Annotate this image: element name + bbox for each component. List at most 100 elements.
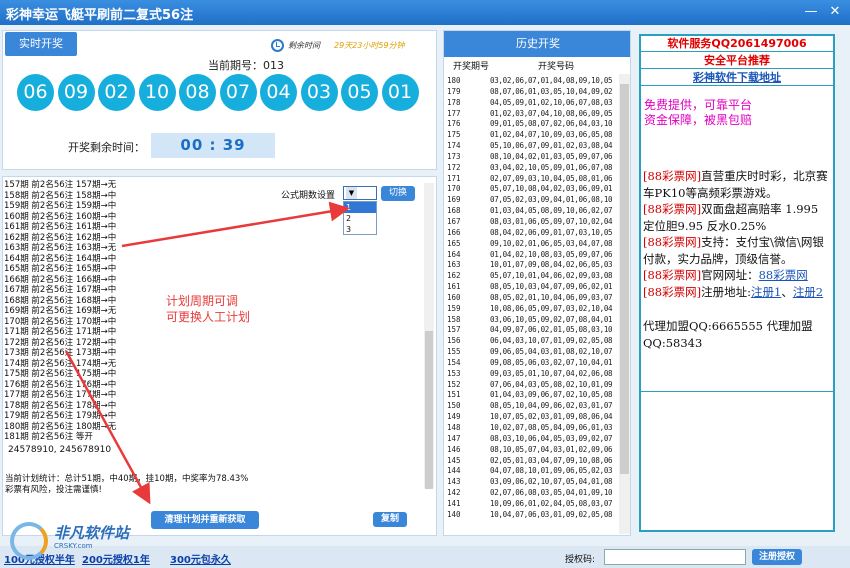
history-numbers: 01,02,04,07,10,09,03,06,05,08	[490, 130, 613, 140]
history-period: 155	[447, 347, 461, 357]
ad-tag: [88彩票网]	[643, 169, 702, 183]
history-row: 179 08,07,06,01,03,05,10,04,09,02	[444, 86, 617, 97]
history-row: 172 03,04,02,10,05,09,01,06,07,08	[444, 162, 617, 173]
plan-row: 181期 前2名56注 等开	[4, 432, 93, 442]
switch-button[interactable]: 切换	[381, 186, 415, 201]
history-period: 178	[447, 97, 461, 107]
official-site-link[interactable]: 88彩票网	[759, 268, 808, 282]
history-numbers: 04,07,08,10,01,09,06,05,02,03	[490, 466, 613, 476]
history-numbers: 05,07,10,08,04,02,03,06,09,01	[490, 184, 613, 194]
history-numbers: 01,02,03,07,04,10,08,06,09,05	[490, 108, 613, 118]
license-forever-link[interactable]: 300元包永久	[170, 551, 231, 566]
ball: 08	[179, 74, 216, 111]
auth-code-input[interactable]	[604, 549, 746, 565]
history-numbers: 09,03,05,01,10,07,04,02,06,08	[490, 368, 613, 378]
plan-row: 159期 前2名56注 159期→中	[4, 201, 117, 211]
history-period: 152	[447, 379, 461, 389]
history-scrollbar[interactable]	[619, 74, 630, 534]
ad-body: 官网网址：	[701, 268, 759, 282]
col-period-header: 开奖期号	[453, 62, 490, 72]
title-bar: 彩神幸运飞艇平刷前二复式56注 — ✕	[0, 0, 850, 25]
history-period: 179	[447, 86, 461, 96]
history-row: 178 04,05,09,01,02,10,06,07,08,03	[444, 97, 617, 108]
history-row: 168 01,03,04,05,08,09,10,06,02,07	[444, 205, 617, 216]
history-numbers: 07,06,04,03,05,08,02,10,01,09	[490, 379, 613, 389]
history-period: 156	[447, 336, 461, 346]
minimize-button[interactable]: —	[802, 3, 820, 21]
history-period: 175	[447, 130, 461, 140]
ball: 03	[300, 74, 338, 111]
history-period: 144	[447, 466, 461, 476]
history-numbers: 06,04,03,10,07,01,09,02,05,08	[490, 336, 613, 346]
history-tab[interactable]: 历史开奖	[444, 31, 630, 57]
history-row: 167 08,03,01,06,05,09,07,10,02,04	[444, 216, 617, 227]
history-period: 161	[447, 282, 461, 292]
history-row: 141 10,09,06,01,02,04,05,08,03,07	[444, 498, 617, 509]
history-row: 169 07,05,02,03,09,04,01,06,08,10	[444, 194, 617, 205]
history-list[interactable]: 180 03,02,06,07,01,04,08,09,10,05 179 08,07…	[444, 75, 617, 520]
formula-period-select[interactable]: 1 ▼	[343, 186, 377, 200]
remaining-timer: 00 : 39	[151, 133, 275, 158]
register-link-2[interactable]: 注册2	[793, 285, 823, 299]
history-numbers: 08,04,02,06,09,01,07,03,10,05	[490, 227, 613, 237]
annotation-line: 可更换人工计划	[166, 310, 251, 324]
history-row: 158 03,06,10,05,09,02,07,08,04,01	[444, 314, 617, 325]
chevron-down-icon[interactable]: ▼	[346, 187, 357, 199]
history-header: 开奖期号 开奖号码	[444, 58, 630, 72]
history-numbers: 10,07,05,02,03,01,09,08,06,04	[490, 412, 613, 422]
history-period: 180	[447, 76, 461, 85]
history-numbers: 03,09,06,02,10,07,05,04,01,08	[490, 477, 613, 487]
history-period: 171	[447, 173, 461, 183]
plan-row: 172期 前2名56注 172期→中	[4, 337, 117, 348]
ball: 05	[341, 74, 378, 111]
separator: 、	[781, 284, 793, 299]
live-draw-panel: 实时开奖 剩余时间 29天23小时59分钟 当前期号：013 06 09 02 …	[2, 30, 437, 170]
register-link-1[interactable]: 注册1	[751, 285, 781, 299]
history-numbers: 03,02,06,07,01,04,08,09,10,05	[490, 76, 613, 85]
register-license-button[interactable]: 注册授权	[752, 549, 802, 565]
ad-tag: [88彩票网]	[643, 284, 702, 299]
history-row: 159 10,08,06,05,09,07,03,02,10,04	[444, 303, 617, 314]
plan-row: 158期 前2名56注 158期→中	[4, 190, 117, 201]
history-row: 160 08,05,02,01,10,04,06,09,03,07	[444, 292, 617, 303]
history-row: 175 01,02,04,07,10,09,03,06,05,08	[444, 129, 617, 140]
history-numbers: 01,03,04,05,08,09,10,06,02,07	[490, 206, 613, 216]
download-link[interactable]: 彩神软件下载地址	[641, 70, 833, 86]
free-notice: 免费提供，可靠平台 资金保障，被黑包赔	[644, 98, 752, 128]
formula-period-options[interactable]: 1 2 3	[343, 201, 377, 235]
history-period: 140	[447, 509, 461, 519]
plan-list[interactable]: 157期 前2名56注 157期→无 158期 前2名56注 158期→中 159期…	[4, 180, 134, 443]
annotation-line: 计划周期可调	[166, 294, 239, 308]
history-numbers: 04,05,09,01,02,10,06,07,08,03	[490, 97, 613, 107]
scroll-thumb[interactable]	[425, 331, 433, 489]
formula-option[interactable]: 2	[344, 213, 376, 224]
live-draw-tab[interactable]: 实时开奖	[5, 32, 77, 56]
copy-button[interactable]: 复制	[373, 512, 407, 527]
history-row: 164 01,04,02,10,08,03,05,09,07,06	[444, 249, 617, 260]
clear-refetch-button[interactable]: 清理计划并重新获取	[151, 511, 259, 529]
ball: 06	[17, 74, 54, 111]
history-row: 174 05,10,06,07,09,01,02,03,08,04	[444, 140, 617, 151]
clock-icon	[271, 39, 284, 52]
history-row: 145 02,05,01,03,04,07,09,10,08,06	[444, 455, 617, 466]
history-row: 147 08,03,10,06,04,05,03,09,02,07	[444, 433, 617, 444]
plan-row: 157期 前2名56注 157期→无	[4, 180, 117, 190]
ad-text: [88彩票网]直营重庆时时彩，北京赛车PK10等高频彩票游戏。 [88彩票网]双…	[643, 168, 833, 351]
history-row: 144 04,07,08,10,01,09,06,05,02,03	[444, 465, 617, 476]
formula-option[interactable]: 1	[344, 202, 376, 213]
close-button[interactable]: ✕	[826, 3, 844, 21]
plan-row: 161期 前2名56注 161期→中	[4, 222, 117, 232]
plan-row: 164期 前2名56注 164期→中	[4, 253, 117, 264]
plan-row: 165期 前2名56注 165期→中	[4, 264, 117, 274]
scroll-thumb[interactable]	[620, 84, 629, 474]
history-numbers: 05,10,06,07,09,01,02,03,08,04	[490, 141, 613, 151]
history-numbers: 08,07,06,01,03,05,10,04,09,02	[490, 86, 613, 96]
history-period: 142	[447, 488, 461, 498]
plan-row: 171期 前2名56注 171期→中	[4, 327, 117, 337]
formula-option[interactable]: 3	[344, 224, 376, 235]
ball: 10	[138, 74, 176, 111]
history-numbers: 08,10,04,02,01,03,05,09,07,06	[490, 151, 613, 161]
plan-scrollbar[interactable]	[424, 183, 434, 489]
plan-stats: 当前计划统计：总计51期，中40期，挂10期，中奖率为78.43% 彩票有风险，…	[5, 474, 285, 496]
history-period: 149	[447, 412, 461, 422]
